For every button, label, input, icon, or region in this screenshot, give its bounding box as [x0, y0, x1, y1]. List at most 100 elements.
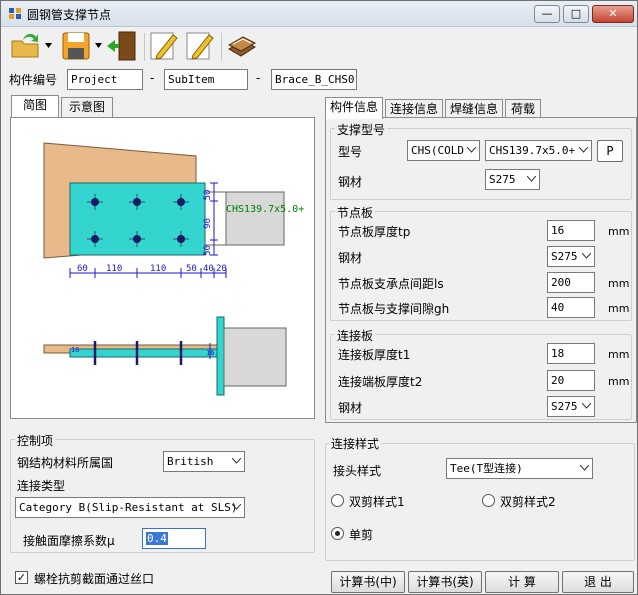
brace-type-label: 型号: [338, 145, 363, 159]
gusset-spacing-label: 节点板支承点间距ls: [338, 277, 444, 291]
drawing-panel: 50 90 50 CHS139.7x5.0+ 60 110 110 50 40 20 16 16: [10, 117, 315, 419]
dim-label: 20: [216, 264, 227, 274]
calculate-button[interactable]: 计 算: [485, 571, 559, 593]
gusset-thickness-unit: mm: [608, 225, 630, 238]
joint-style-label: 接头样式: [333, 464, 382, 478]
splice-plate-shape: [69, 182, 206, 256]
connection-type-label: 连接类型: [17, 479, 66, 493]
plate-steel-select[interactable]: S275: [547, 396, 595, 417]
tab-schematic[interactable]: 示意图: [61, 97, 113, 117]
edit-alt-icon[interactable]: [183, 29, 217, 63]
brace-steel-select[interactable]: S275: [485, 169, 540, 190]
save-dropdown-icon[interactable]: [95, 43, 102, 48]
close-button[interactable]: ✕: [592, 5, 634, 23]
single-shear-radio[interactable]: [331, 527, 344, 540]
pipe-shape: [225, 191, 285, 246]
bolt-marker: [133, 235, 141, 243]
profile-button[interactable]: P: [597, 140, 623, 162]
plate-thickness-unit: mm: [608, 348, 630, 361]
tab-load[interactable]: 荷载: [505, 99, 541, 119]
brace-group: [330, 128, 632, 200]
splice-side-shape: [69, 348, 218, 358]
member-field[interactable]: Brace_B_CHS01: [271, 69, 357, 90]
dash-separator: -: [150, 71, 155, 85]
subitem-field[interactable]: SubItem: [164, 69, 248, 90]
section-label: CHS139.7x5.0+: [226, 204, 304, 215]
dim-label: 50: [203, 245, 213, 256]
gusset-gap-unit: mm: [608, 302, 630, 315]
dim-label: 110: [150, 264, 166, 274]
endplate-thickness-input[interactable]: 20: [547, 370, 595, 391]
bolt-marker: [133, 198, 141, 206]
connection-plate-title: 连接板: [335, 327, 376, 344]
brace-group-title: 支撑型号: [335, 121, 388, 138]
dim-label: 50: [203, 190, 213, 201]
chevron-down-icon: [232, 504, 241, 510]
book-icon[interactable]: [225, 29, 259, 63]
thread-checkbox[interactable]: ✓: [15, 571, 28, 584]
dim-label: 110: [106, 264, 122, 274]
connection-type-value: Category B(Slip-Resistant at SLS): [19, 501, 238, 514]
report-cn-button[interactable]: 计算书(中): [331, 571, 405, 593]
edit-icon[interactable]: [147, 29, 181, 63]
toolbar-separator: [221, 33, 222, 61]
brace-size-select[interactable]: CHS139.7x5.0+: [485, 140, 592, 161]
friction-coef-label: 接触面摩擦系数μ: [23, 534, 115, 548]
toolbar: [5, 29, 635, 65]
country-select[interactable]: British: [163, 451, 245, 472]
endplate-side-shape: [216, 316, 225, 396]
dim-label: 16: [71, 346, 79, 354]
chevron-down-icon: [580, 465, 589, 471]
project-field[interactable]: Project: [67, 69, 143, 90]
chevron-down-icon: [582, 403, 591, 409]
tab-weld-info[interactable]: 焊缝信息: [445, 99, 503, 119]
save-icon[interactable]: [59, 29, 93, 63]
double-shear-2-label: 双剪样式2: [500, 495, 556, 509]
endplate-thickness-unit: mm: [608, 375, 630, 388]
member-info-panel: 支撑型号 型号 CHS(COLD CHS139.7x5.0+ P 钢材 S275…: [325, 117, 637, 423]
double-shear-1-label: 双剪样式1: [349, 495, 405, 509]
bolt-marker: [177, 198, 185, 206]
tab-member-info[interactable]: 构件信息: [325, 97, 383, 119]
connection-drawing: 50 90 50 CHS139.7x5.0+ 60 110 110 50 40 20 16 16: [43, 142, 304, 396]
plate-steel-value: S275: [551, 400, 578, 413]
minimize-button[interactable]: —: [534, 5, 560, 23]
maximize-button[interactable]: □: [563, 5, 589, 23]
friction-coef-input[interactable]: 0.4: [142, 528, 206, 549]
joint-style-select[interactable]: Tee(T型连接): [446, 458, 593, 479]
double-shear-2-radio[interactable]: [482, 494, 495, 507]
plate-thickness-input[interactable]: 18: [547, 343, 595, 364]
dim-label: 60: [77, 264, 88, 274]
brace-steel-label: 钢材: [338, 175, 363, 189]
title-bar: 圆钢管支撑节点 — □ ✕: [1, 1, 637, 27]
toolbar-separator: [144, 33, 145, 61]
exit-button[interactable]: 退 出: [562, 571, 634, 593]
double-shear-1-radio[interactable]: [331, 494, 344, 507]
bolt-marker: [91, 235, 99, 243]
pipe-side-shape: [223, 327, 287, 387]
bolt-marker: [91, 198, 99, 206]
tab-sketch[interactable]: 简图: [11, 95, 59, 117]
single-shear-label: 单剪: [349, 528, 374, 542]
open-icon[interactable]: [9, 29, 43, 63]
country-value: British: [167, 455, 214, 468]
tab-connection-info[interactable]: 连接信息: [385, 99, 443, 119]
exit-door-icon[interactable]: [105, 29, 139, 63]
open-dropdown-icon[interactable]: [45, 43, 52, 48]
gusset-gap-input[interactable]: 40: [547, 297, 595, 318]
plate-steel-label: 钢材: [338, 401, 363, 415]
joint-style-value: Tee(T型连接): [450, 462, 523, 475]
connection-type-select[interactable]: Category B(Slip-Resistant at SLS): [15, 497, 245, 518]
gusset-gap-label: 节点板与支撑间隙gh: [338, 302, 450, 316]
plate-thickness-label: 连接板厚度t1: [338, 348, 411, 362]
gusset-spacing-input[interactable]: 200: [547, 272, 595, 293]
gusset-thickness-input[interactable]: 16: [547, 220, 595, 241]
dash-separator: -: [256, 71, 261, 85]
chevron-down-icon: [582, 253, 591, 259]
member-id-label: 构件编号: [9, 73, 58, 87]
gusset-steel-select[interactable]: S275: [547, 246, 595, 267]
gusset-thickness-label: 节点板厚度tp: [338, 225, 411, 239]
report-en-button[interactable]: 计算书(英): [408, 571, 482, 593]
connection-style-title: 连接样式: [329, 435, 382, 452]
brace-type-select[interactable]: CHS(COLD: [407, 140, 480, 161]
